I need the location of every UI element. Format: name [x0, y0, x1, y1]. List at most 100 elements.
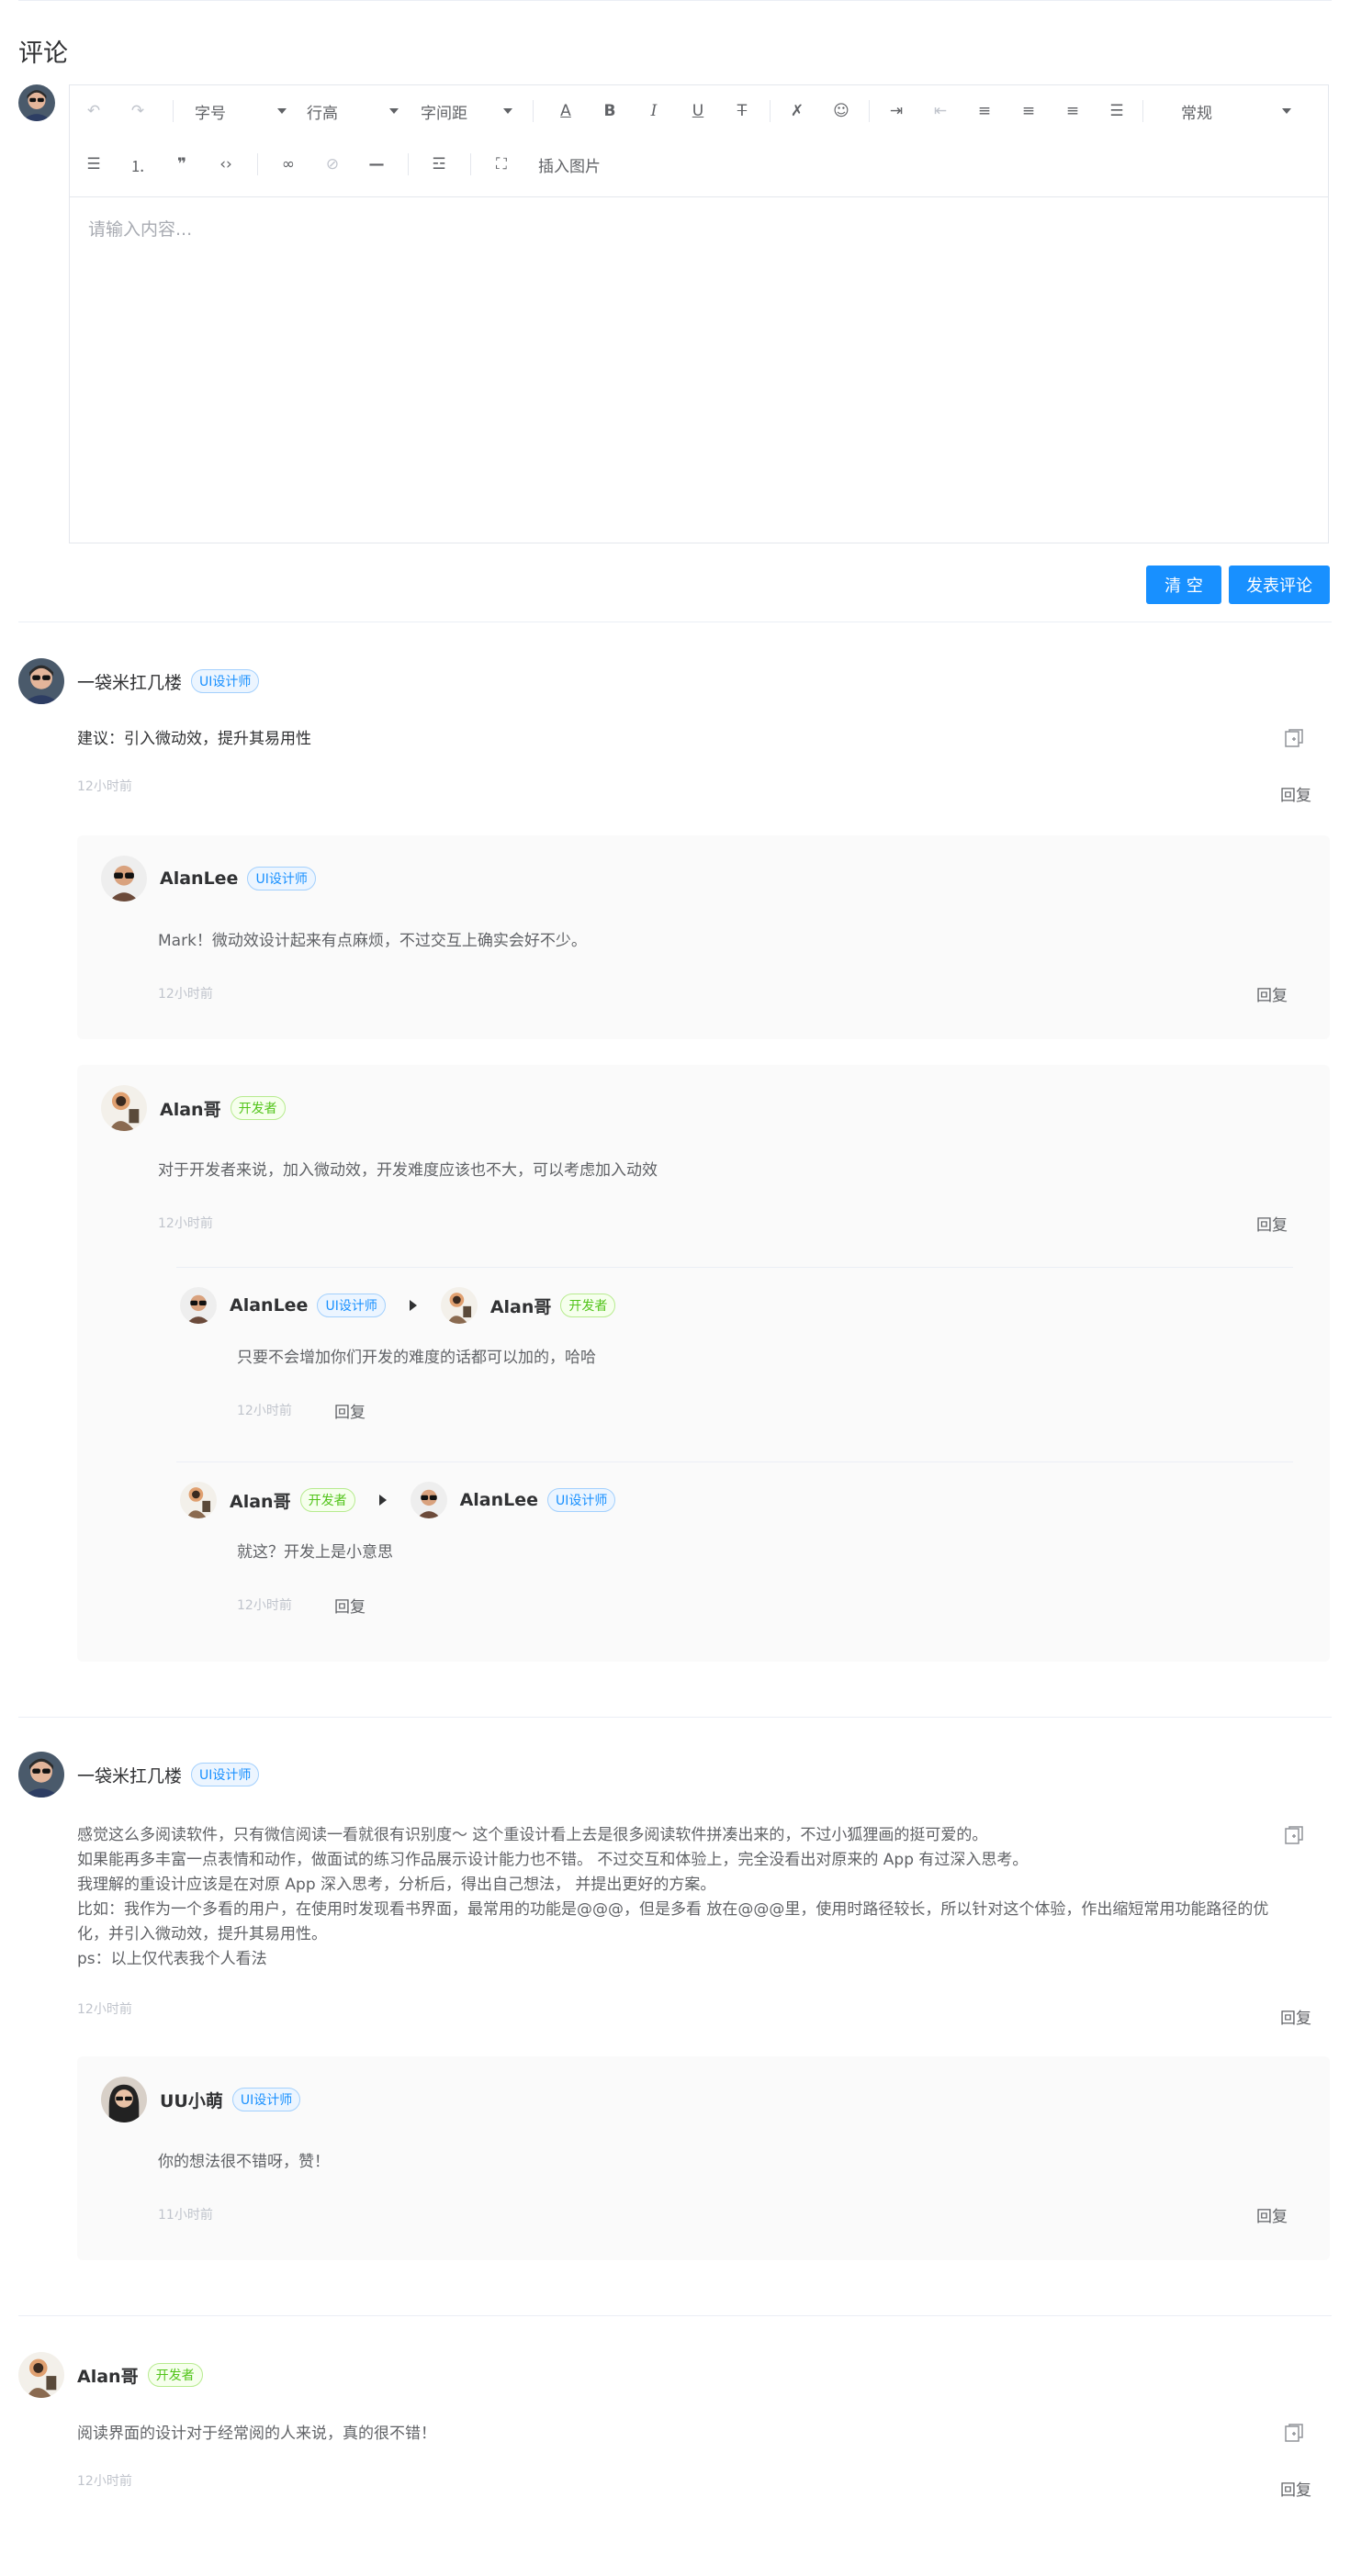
editor-toolbar: ↶ ↷ 字号 行高 字间距 A B I U T ✗ ☺ ⇥ ⇤ ≡ ≡ ≡ ☰ … — [70, 85, 1328, 197]
copy-icon[interactable] — [1284, 1825, 1304, 1845]
reply-text: Mark！微动效设计起来有点麻烦，不过交互上确实会好不少。 — [158, 932, 587, 950]
font-color-icon[interactable]: A — [551, 98, 580, 124]
toolbar-separator — [257, 153, 258, 175]
paragraph-style-select[interactable]: 常规 — [1181, 98, 1291, 124]
reply-time: 12小时前 — [158, 1216, 213, 1231]
comment-time: 12小时前 — [77, 779, 132, 794]
paragraph-style-value: 常规 — [1181, 104, 1212, 123]
outdent-icon[interactable]: ⇤ — [926, 98, 955, 124]
reply-author[interactable]: UU小萌 — [160, 2088, 223, 2112]
reply-to-arrow-icon — [409, 1300, 417, 1311]
undo-icon[interactable]: ↶ — [79, 98, 108, 124]
role-badge: UI设计师 — [547, 1488, 616, 1512]
nested-reply-header: Alan哥 开发者 AlanLee UI设计师 — [180, 1482, 616, 1518]
reply-button[interactable]: 回复 — [334, 1594, 366, 1617]
reply-author[interactable]: AlanLee — [160, 868, 238, 889]
role-badge: UI设计师 — [231, 2088, 301, 2111]
role-badge: UI设计师 — [247, 867, 316, 890]
reply-button[interactable]: 回复 — [1256, 982, 1288, 1005]
align-left-icon[interactable]: ≡ — [970, 98, 999, 124]
nested-reply-to[interactable]: AlanLee — [460, 1490, 538, 1510]
role-badge: 开发者 — [230, 1096, 286, 1120]
nested-reply-from[interactable]: Alan哥 — [230, 1488, 291, 1513]
rich-text-editor[interactable]: ↶ ↷ 字号 行高 字间距 A B I U T ✗ ☺ ⇥ ⇤ ≡ ≡ ≡ ☰ … — [69, 84, 1329, 543]
chevron-down-icon — [389, 108, 399, 114]
toolbar-separator — [533, 100, 534, 122]
bold-icon[interactable]: B — [595, 98, 624, 124]
horizontal-rule-icon[interactable]: — — [362, 151, 391, 177]
reply-button[interactable]: 回复 — [1256, 1212, 1288, 1235]
reply-button[interactable]: 回复 — [1280, 2005, 1311, 2028]
page-title: 评论 — [18, 39, 68, 68]
reply-author[interactable]: Alan哥 — [160, 1096, 221, 1121]
reply-button[interactable]: 回复 — [1256, 2203, 1288, 2226]
role-badge: UI设计师 — [317, 1294, 386, 1317]
comment-author[interactable]: 一袋米扛几楼 — [77, 669, 182, 694]
avatar[interactable] — [180, 1482, 217, 1518]
align-justify-icon[interactable]: ☰ — [1102, 98, 1131, 124]
code-icon[interactable]: ‹› — [211, 151, 241, 177]
chevron-down-icon — [503, 108, 512, 114]
avatar[interactable] — [18, 2352, 64, 2398]
reply-header: Alan哥 开发者 — [101, 1085, 286, 1131]
comment-author[interactable]: 一袋米扛几楼 — [77, 1763, 182, 1787]
avatar[interactable] — [180, 1287, 217, 1324]
nested-reply-text: 只要不会增加你们开发的难度的话都可以加的，哈哈 — [237, 1349, 596, 1367]
clear-button[interactable]: 清 空 — [1146, 566, 1221, 604]
emoji-icon[interactable]: ☺ — [827, 98, 856, 124]
avatar[interactable] — [441, 1287, 478, 1324]
avatar[interactable] — [101, 856, 147, 902]
link-icon[interactable]: ∞ — [274, 151, 303, 177]
avatar[interactable] — [18, 1752, 64, 1798]
letter-spacing-select[interactable]: 字间距 — [421, 98, 512, 124]
top-divider — [18, 0, 1332, 1]
bullet-list-icon[interactable]: ☰ — [79, 151, 108, 177]
align-center-icon[interactable]: ≡ — [1014, 98, 1043, 124]
comment-text-line: 如果能再多丰富一点表情和动作，做面试的练习作品展示设计能力也不错。 不过交互和体… — [77, 1851, 1029, 1869]
fullscreen-icon[interactable]: ⛶ — [487, 151, 516, 177]
comment-text: 建议：引入微动效，提升其易用性 — [77, 730, 311, 748]
line-height-select[interactable]: 行高 — [307, 98, 399, 124]
reply-button[interactable]: 回复 — [1280, 782, 1311, 805]
avatar[interactable] — [411, 1482, 447, 1518]
nested-reply-time: 12小时前 — [237, 1598, 292, 1613]
quote-icon[interactable]: ❞ — [167, 151, 197, 177]
font-size-select[interactable]: 字号 — [195, 98, 287, 124]
divider — [176, 1267, 1293, 1268]
toolbar-separator — [869, 100, 870, 122]
reply-button[interactable]: 回复 — [1280, 2477, 1311, 2500]
underline-icon[interactable]: U — [683, 98, 713, 124]
redo-icon[interactable]: ↷ — [123, 98, 152, 124]
role-badge: 开发者 — [147, 2363, 203, 2387]
align-right-icon[interactable]: ≡ — [1058, 98, 1087, 124]
insert-image-button[interactable]: 插入图片 — [538, 151, 601, 177]
italic-icon[interactable]: I — [639, 98, 669, 124]
comment-header: 一袋米扛几楼 UI设计师 — [18, 1752, 260, 1798]
strikethrough-icon[interactable]: T — [727, 98, 757, 124]
copy-icon[interactable] — [1284, 2423, 1304, 2443]
unlink-icon[interactable]: ⊘ — [318, 151, 347, 177]
indent-icon[interactable]: ⇥ — [882, 98, 911, 124]
clear-format-icon[interactable]: ✗ — [782, 98, 812, 124]
nested-reply-text: 就这？开发上是小意思 — [237, 1543, 393, 1562]
reply-button[interactable]: 回复 — [334, 1399, 366, 1422]
comment-author[interactable]: Alan哥 — [77, 2363, 139, 2388]
comment-time: 12小时前 — [77, 2474, 132, 2489]
nested-reply-from[interactable]: AlanLee — [230, 1295, 308, 1316]
submit-comment-button[interactable]: 发表评论 — [1229, 566, 1330, 604]
nested-reply-time: 12小时前 — [237, 1404, 292, 1418]
reply-card: UU小萌 UI设计师 你的想法很不错呀，赞！ 11小时前 回复 — [77, 2056, 1330, 2260]
numbered-list-icon[interactable]: ⒈ — [123, 151, 152, 177]
chevron-down-icon — [1282, 108, 1291, 114]
avatar[interactable] — [18, 658, 64, 704]
editor-placeholder: 请输入内容... — [88, 219, 193, 240]
role-badge: UI设计师 — [191, 669, 260, 693]
comment-text-line: 感觉这么多阅读软件，只有微信阅读一看就很有识别度～ 这个重设计看上去是很多阅读软… — [77, 1826, 988, 1844]
avatar[interactable] — [101, 1085, 147, 1131]
comment-header: Alan哥 开发者 — [18, 2352, 203, 2398]
avatar[interactable] — [101, 2077, 147, 2122]
copy-icon[interactable] — [1284, 728, 1304, 748]
divider — [18, 2315, 1332, 2316]
nested-reply-to[interactable]: Alan哥 — [490, 1294, 552, 1318]
clear-style-icon[interactable]: ☲ — [424, 151, 454, 177]
